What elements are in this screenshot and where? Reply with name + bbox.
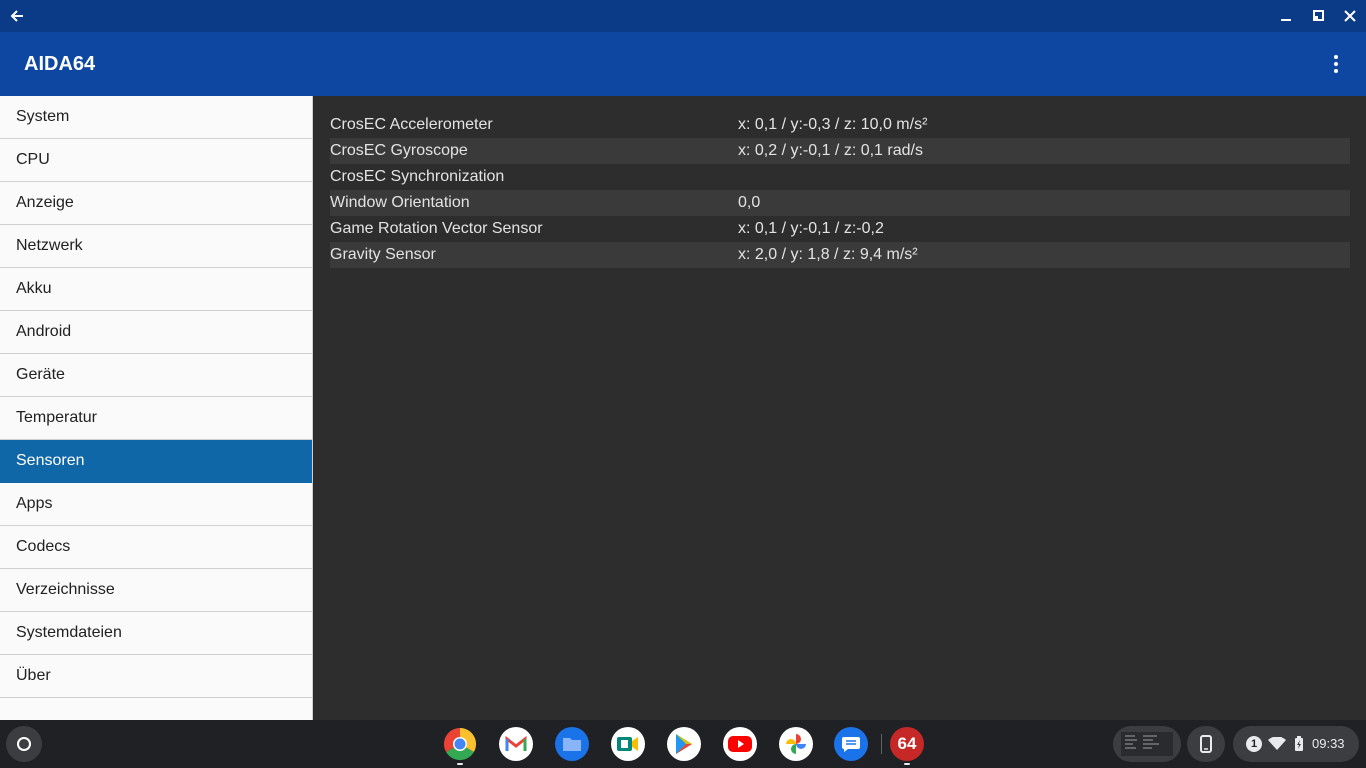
- sidebar-item-codecs[interactable]: Codecs: [0, 526, 312, 569]
- aida64-running-indicator: [904, 763, 910, 765]
- sensor-value: x: 0,1 / y:-0,1 / z:-0,2: [738, 220, 884, 237]
- window-titlebar: [0, 0, 1366, 32]
- phone-hub-button[interactable]: [1187, 726, 1225, 762]
- sidebar-item-apps[interactable]: Apps: [0, 483, 312, 526]
- sidebar-item-temperatur[interactable]: Temperatur: [0, 397, 312, 440]
- sidebar-nav: System CPU Anzeige Netzwerk Akku Android…: [0, 96, 313, 720]
- sidebar-item-netzwerk[interactable]: Netzwerk: [0, 225, 312, 268]
- sensor-row: CrosEC Accelerometer x: 0,1 / y:-0,3 / z…: [330, 112, 1350, 138]
- shelf-divider: [881, 734, 882, 754]
- sidebar-item-android[interactable]: Android: [0, 311, 312, 354]
- youtube-icon[interactable]: [723, 727, 757, 761]
- battery-charging-icon: [1295, 736, 1303, 751]
- sidebar-item-system[interactable]: System: [0, 96, 312, 139]
- sensor-row: CrosEC Gyroscope x: 0,2 / y:-0,1 / z: 0,…: [330, 138, 1350, 164]
- system-shelf: 64 1 09:33: [0, 720, 1366, 768]
- phone-icon: [1200, 735, 1212, 753]
- gmail-icon[interactable]: [499, 727, 533, 761]
- restore-icon[interactable]: [1309, 7, 1327, 25]
- sensor-row: Window Orientation 0,0: [330, 190, 1350, 216]
- sensor-name: CrosEC Accelerometer: [330, 116, 493, 133]
- app-title: AIDA64: [24, 53, 96, 75]
- sensor-name: Window Orientation: [330, 194, 470, 211]
- chrome-icon[interactable]: [443, 727, 477, 761]
- back-arrow-icon[interactable]: [8, 7, 26, 25]
- meet-icon[interactable]: [611, 727, 645, 761]
- sidebar-item-anzeige[interactable]: Anzeige: [0, 182, 312, 225]
- close-icon[interactable]: [1341, 7, 1359, 25]
- files-icon[interactable]: [555, 727, 589, 761]
- sensor-value: x: 0,2 / y:-0,1 / z: 0,1 rad/s: [738, 142, 923, 159]
- messages-icon[interactable]: [834, 727, 868, 761]
- sidebar-item-sensoren[interactable]: Sensoren: [0, 440, 312, 483]
- sensor-value: 0,0: [738, 194, 761, 211]
- photos-icon[interactable]: [779, 727, 813, 761]
- sensor-list: CrosEC Accelerometer x: 0,1 / y:-0,3 / z…: [314, 96, 1366, 720]
- sensor-row: CrosEC Synchronization: [330, 164, 1350, 190]
- launcher-button[interactable]: [6, 726, 42, 762]
- more-options-icon[interactable]: [1326, 53, 1346, 75]
- wifi-icon: [1268, 737, 1286, 750]
- sidebar-item-geraete[interactable]: Geräte: [0, 354, 312, 397]
- sensor-value: x: 2,0 / y: 1,8 / z: 9,4 m/s²: [738, 246, 918, 263]
- aida64-icon[interactable]: 64: [890, 727, 924, 761]
- sidebar-item-verzeichnisse[interactable]: Verzeichnisse: [0, 569, 312, 612]
- sidebar-item-akku[interactable]: Akku: [0, 268, 312, 311]
- app-toolbar: AIDA64: [0, 32, 1366, 96]
- sensor-name: CrosEC Synchronization: [330, 168, 505, 185]
- sensor-row: Game Rotation Vector Sensor x: 0,1 / y:-…: [330, 216, 1350, 242]
- status-tray[interactable]: 1 09:33: [1233, 726, 1359, 762]
- sensor-row: Gravity Sensor x: 2,0 / y: 1,8 / z: 9,4 …: [330, 242, 1350, 268]
- sidebar-item-ueber[interactable]: Über: [0, 655, 312, 698]
- minimize-icon[interactable]: [1277, 7, 1295, 25]
- play-store-icon[interactable]: [667, 727, 701, 761]
- sensor-value: x: 0,1 / y:-0,3 / z: 10,0 m/s²: [738, 116, 928, 133]
- sensor-name: Gravity Sensor: [330, 246, 436, 263]
- notification-count-badge: 1: [1246, 736, 1262, 752]
- chrome-running-indicator: [457, 763, 463, 765]
- sidebar-item-cpu[interactable]: CPU: [0, 139, 312, 182]
- sensor-name: CrosEC Gyroscope: [330, 142, 468, 159]
- sidebar-item-systemdateien[interactable]: Systemdateien: [0, 612, 312, 655]
- clock-time: 09:33: [1312, 736, 1345, 751]
- aida64-icon-label: 64: [897, 734, 917, 753]
- screen-capture-thumbnail[interactable]: [1113, 726, 1181, 762]
- sensor-name: Game Rotation Vector Sensor: [330, 220, 543, 237]
